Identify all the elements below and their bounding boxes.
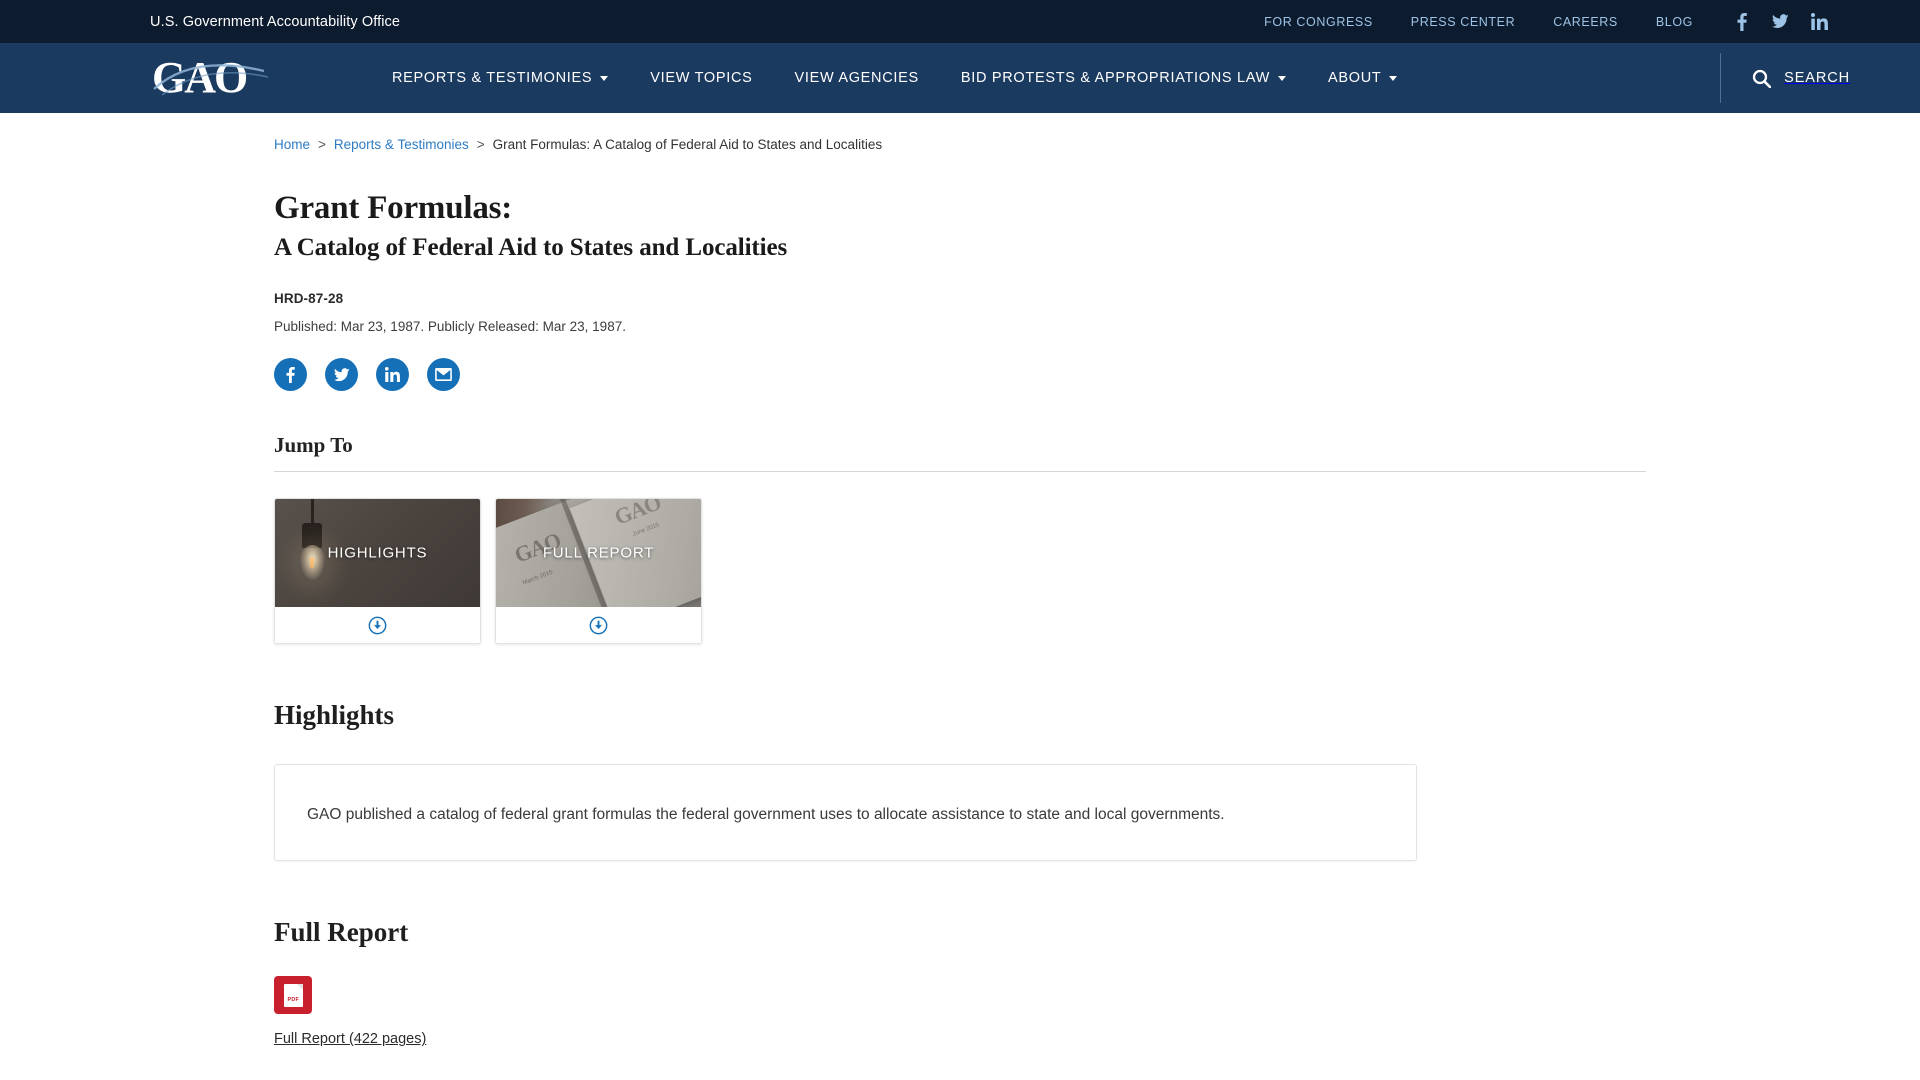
nav-divider [1720, 53, 1722, 103]
linkedin-icon[interactable] [1811, 13, 1828, 31]
full-report-link[interactable]: Full Report (422 pages) [274, 1031, 426, 1047]
breadcrumb-home[interactable]: Home [274, 137, 310, 152]
full-report-block: PDF Full Report (422 pages) [274, 976, 1880, 1048]
download-icon[interactable] [589, 616, 608, 635]
document-title-block: Grant Formulas: A Catalog of Federal Aid… [274, 188, 1880, 334]
jump-card-full-report[interactable]: GAO GAO March 2015 June 2015 FULL REPORT [495, 498, 702, 645]
nav-item-label: VIEW TOPICS [650, 70, 753, 86]
utility-link-press-center[interactable]: PRESS CENTER [1411, 15, 1515, 29]
svg-text:GAO: GAO [152, 55, 247, 101]
utility-links-group: FOR CONGRESS PRESS CENTER CAREERS BLOG [1264, 12, 1920, 31]
pdf-page-fold [296, 983, 303, 990]
document-dates: Published: Mar 23, 1987. Publicly Releas… [274, 319, 626, 335]
chevron-down-icon [1278, 75, 1287, 81]
document-id: HRD-87-28 [274, 291, 344, 307]
utility-bar: U.S. Government Accountability Office FO… [0, 0, 1920, 43]
breadcrumb-reports-testimonies[interactable]: Reports & Testimonies [334, 137, 469, 152]
jump-to-cards: HIGHLIGHTS GAO GAO March 2015 June 2015 … [274, 498, 1880, 645]
breadcrumb-separator: > [476, 137, 485, 152]
jump-card-label: FULL REPORT [542, 544, 655, 562]
breadcrumb-separator: > [318, 137, 326, 152]
jump-card-highlights[interactable]: HIGHLIGHTS [274, 498, 481, 645]
utility-link-careers[interactable]: CAREERS [1553, 15, 1618, 29]
breadcrumb-current: Grant Formulas: A Catalog of Federal Aid… [492, 137, 883, 152]
nav-item-view-topics[interactable]: VIEW TOPICS [650, 70, 752, 86]
pdf-icon[interactable]: PDF [274, 976, 312, 1015]
main-navigation-bar: GAO REPORTS & TESTIMONIES VIEW TOPICS VI… [0, 43, 1920, 113]
share-linkedin-button[interactable] [376, 358, 409, 392]
jump-to-divider [274, 471, 1646, 473]
bulb-cord [311, 499, 314, 526]
highlights-heading: Highlights [274, 700, 395, 731]
nav-item-label: BID PROTESTS & APPROPRIATIONS LAW [960, 70, 1271, 86]
share-buttons-row [274, 358, 1880, 392]
social-icons-group [1733, 12, 1828, 31]
pdf-page-shape: PDF [283, 983, 303, 1007]
utility-link-for-congress[interactable]: FOR CONGRESS [1264, 15, 1373, 29]
jump-card-footer [275, 607, 480, 644]
nav-item-label: REPORTS & TESTIMONIES [392, 70, 593, 86]
breadcrumb: Home > Reports & Testimonies > Grant For… [274, 113, 1880, 152]
highlights-text: GAO published a catalog of federal grant… [307, 806, 1225, 824]
agency-name: U.S. Government Accountability Office [150, 13, 401, 30]
lightbulb-photo: HIGHLIGHTS [275, 499, 480, 608]
share-facebook-button[interactable] [274, 358, 307, 392]
page-subtitle: A Catalog of Federal Aid to States and L… [274, 233, 788, 261]
jump-card-footer [496, 607, 701, 644]
nav-item-bid-protests-appropriations-law[interactable]: BID PROTESTS & APPROPRIATIONS LAW [960, 70, 1287, 86]
share-twitter-button[interactable] [325, 358, 358, 392]
gao-report-cover-photo: GAO GAO March 2015 June 2015 FULL REPORT [496, 499, 701, 608]
facebook-icon[interactable] [1733, 12, 1750, 31]
full-report-heading: Full Report [274, 917, 409, 948]
search-label: SEARCH [1784, 70, 1850, 86]
chevron-down-icon [600, 75, 609, 81]
page-content: Home > Reports & Testimonies > Grant For… [0, 113, 1920, 1080]
twitter-icon[interactable] [1772, 13, 1789, 31]
search-icon [1752, 69, 1772, 88]
nav-item-label: ABOUT [1328, 70, 1382, 86]
jump-card-label: HIGHLIGHTS [327, 544, 428, 562]
share-email-button[interactable] [427, 358, 460, 392]
chevron-down-icon [1389, 75, 1398, 81]
highlights-box: GAO published a catalog of federal grant… [274, 764, 1417, 862]
nav-item-about[interactable]: ABOUT [1328, 70, 1398, 86]
gao-logo[interactable]: GAO [152, 55, 272, 101]
nav-item-label: VIEW AGENCIES [794, 70, 919, 86]
utility-link-blog[interactable]: BLOG [1656, 15, 1693, 29]
nav-item-reports-testimonies[interactable]: REPORTS & TESTIMONIES [392, 70, 609, 86]
nav-item-view-agencies[interactable]: VIEW AGENCIES [795, 70, 919, 86]
jump-to-heading: Jump To [274, 433, 353, 458]
pdf-label: PDF [287, 996, 300, 1003]
search-button[interactable]: SEARCH [1720, 43, 1850, 113]
download-icon[interactable] [368, 616, 387, 635]
nav-links-group: REPORTS & TESTIMONIES VIEW TOPICS VIEW A… [392, 70, 1439, 86]
page-title: Grant Formulas: [274, 190, 513, 226]
